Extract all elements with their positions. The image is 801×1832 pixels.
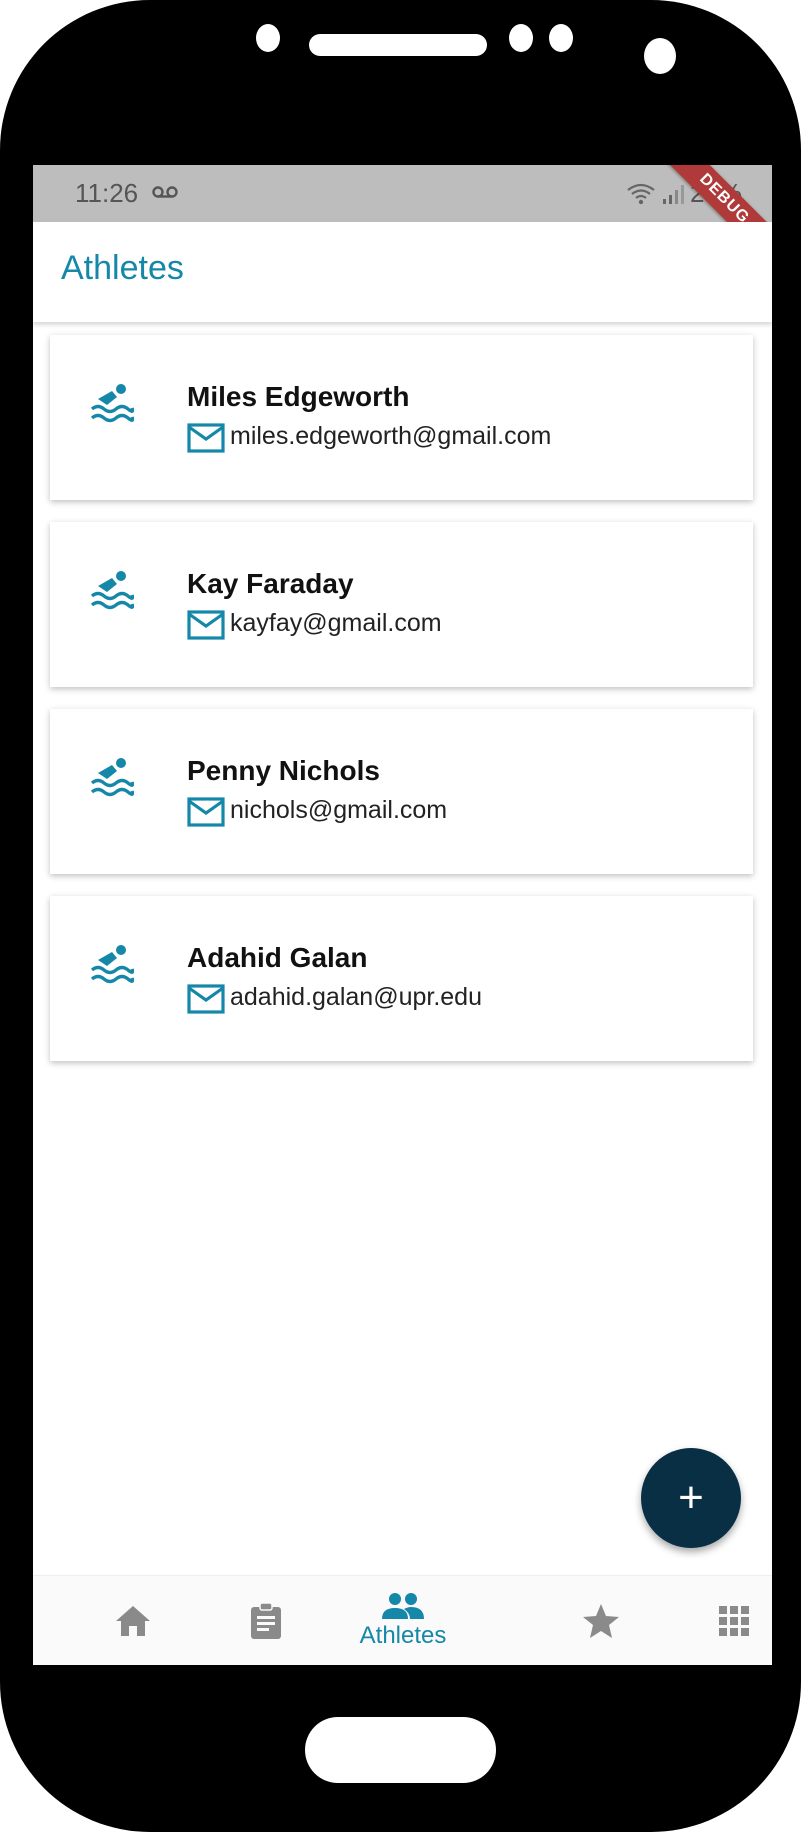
app-screen: 11:26 29% (33, 165, 772, 1665)
sensor (549, 24, 573, 52)
front-camera (256, 24, 280, 52)
voicemail-icon (152, 186, 178, 198)
status-time: 11:26 (75, 178, 139, 208)
swimming-icon (90, 571, 134, 610)
apps-grid-icon (719, 1606, 749, 1636)
athlete-email: adahid.galan@upr.edu (230, 983, 482, 1011)
email-icon (187, 610, 225, 640)
page-title: Athletes (61, 249, 184, 287)
people-icon (382, 1593, 424, 1619)
nav-athletes-label: Athletes (359, 1622, 447, 1649)
athlete-email: kayfay@gmail.com (230, 609, 442, 637)
app-bar: Athletes (33, 222, 772, 322)
athlete-card[interactable]: Miles Edgeworth miles.edgeworth@gmail.co… (50, 335, 753, 500)
home-button[interactable] (305, 1717, 496, 1783)
athlete-email: miles.edgeworth@gmail.com (230, 422, 552, 450)
athlete-card[interactable]: Penny Nichols nichols@gmail.com (50, 709, 753, 874)
athlete-name: Adahid Galan (187, 942, 368, 973)
nav-favorites[interactable] (566, 1576, 636, 1665)
swimming-icon (90, 384, 134, 423)
email-icon (187, 423, 225, 453)
athlete-email: nichols@gmail.com (230, 796, 448, 824)
email-icon (187, 984, 225, 1014)
athlete-card[interactable]: Kay Faraday kayfay@gmail.com (50, 522, 753, 687)
nav-assignments[interactable] (231, 1576, 301, 1665)
nav-athletes[interactable]: Athletes (343, 1576, 463, 1665)
athlete-list: Miles Edgeworth miles.edgeworth@gmail.co… (50, 335, 753, 1083)
phone-frame: 11:26 29% (0, 0, 801, 1832)
status-bar: 11:26 29% (33, 165, 772, 222)
swimming-icon (90, 945, 134, 984)
wifi-icon (627, 183, 655, 204)
earpiece-speaker (309, 34, 487, 56)
email-icon (187, 797, 225, 827)
athlete-name: Miles Edgeworth (187, 381, 410, 412)
nav-apps[interactable] (699, 1576, 769, 1665)
bottom-navigation: Athletes (33, 1575, 772, 1665)
signal-icon (662, 184, 684, 204)
home-icon (116, 1606, 150, 1636)
sensor (509, 24, 533, 52)
swimming-icon (90, 758, 134, 797)
star-icon (583, 1604, 619, 1638)
athlete-card[interactable]: Adahid Galan adahid.galan@upr.edu (50, 896, 753, 1061)
athlete-name: Penny Nichols (187, 755, 380, 786)
sensor (644, 38, 676, 74)
nav-home[interactable] (98, 1576, 168, 1665)
add-athlete-button[interactable]: + (641, 1448, 741, 1548)
athlete-name: Kay Faraday (187, 568, 354, 599)
clipboard-icon (251, 1602, 281, 1639)
plus-icon: + (678, 1473, 704, 1522)
